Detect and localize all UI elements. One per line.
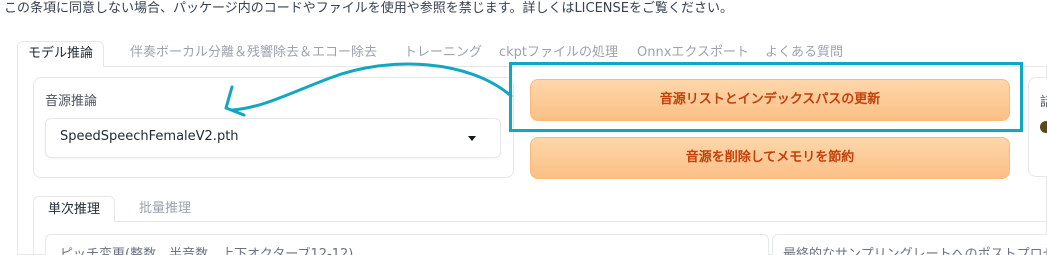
inference-mode-tab-bar: 単次推理 批量推理 bbox=[33, 196, 1047, 223]
side-settings-label: 話 bbox=[1040, 95, 1047, 110]
tab-single-inference[interactable]: 単次推理 bbox=[33, 196, 116, 223]
tab-batch-inference[interactable]: 批量推理 bbox=[139, 196, 191, 222]
pitch-shift-label: ピッチ変更(整数、半音数、上下オクターブ12-12) bbox=[60, 247, 354, 255]
radio-dot-icon[interactable] bbox=[1040, 121, 1047, 133]
resample-label: 最終的なサンプリングレートへのポストプロセッシン bbox=[783, 247, 1047, 255]
